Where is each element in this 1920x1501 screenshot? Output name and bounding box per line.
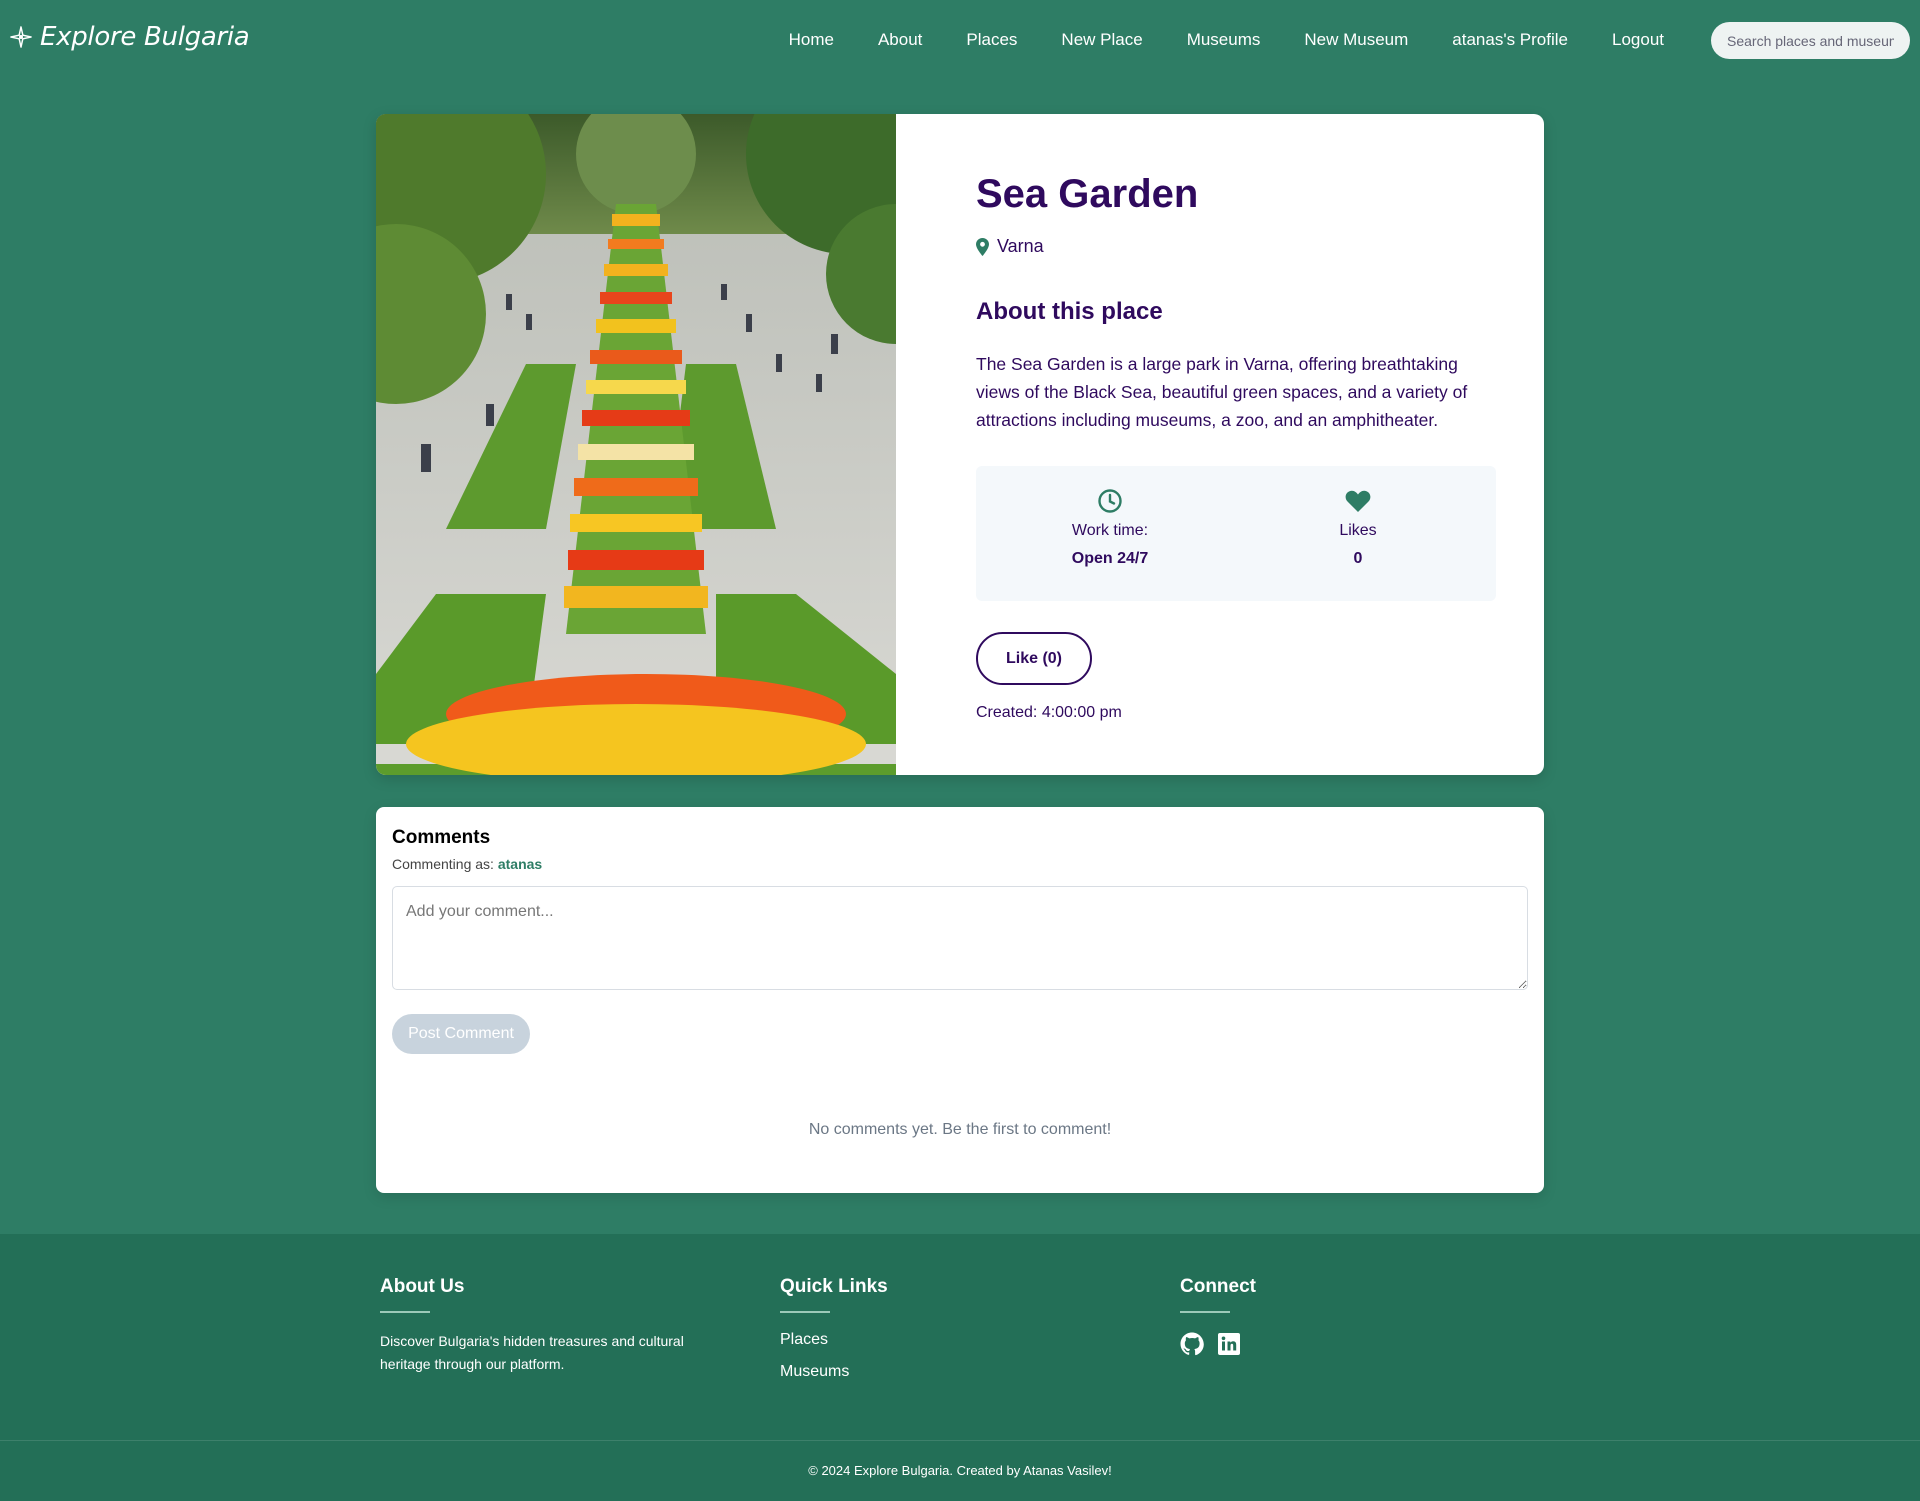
compass-star-icon xyxy=(10,26,32,48)
stats-box: Work time: Open 24/7 Likes 0 xyxy=(976,466,1496,601)
footer-about: About Us Discover Bulgaria's hidden trea… xyxy=(380,1276,710,1376)
nav-profile-link[interactable]: atanas's Profile xyxy=(1452,30,1568,50)
place-card: Sea Garden Varna About this place The Se… xyxy=(376,114,1544,775)
commenting-as: Commenting as: atanas xyxy=(392,856,542,872)
place-title: Sea Garden xyxy=(976,172,1199,216)
commenting-as-label: Commenting as: xyxy=(392,856,494,872)
footer-connect-heading: Connect xyxy=(1180,1276,1256,1297)
copyright-text: © 2024 Explore Bulgaria. Created by Atan… xyxy=(808,1463,1112,1478)
footer-about-heading: About Us xyxy=(380,1276,465,1297)
likes-count: 0 xyxy=(1353,550,1363,567)
place-description: The Sea Garden is a large park in Varna,… xyxy=(976,354,1468,430)
work-time-label: Work time: xyxy=(1071,522,1149,539)
comments-section: Comments Commenting as: atanas Post Comm… xyxy=(376,807,1544,1193)
nav-museums-link[interactable]: Museums xyxy=(1187,30,1261,50)
social-links xyxy=(1180,1332,1510,1356)
footer-museums-link[interactable]: Museums xyxy=(780,1363,849,1380)
no-comments-message: No comments yet. Be the first to comment… xyxy=(808,1121,1112,1138)
like-button[interactable]: Like (0) xyxy=(976,632,1092,685)
nav-home-link[interactable]: Home xyxy=(789,30,834,50)
commenting-username: atanas xyxy=(497,856,543,872)
footer-bottom-divider xyxy=(0,1440,1920,1441)
place-photo xyxy=(376,114,896,775)
footer-places-link[interactable]: Places xyxy=(780,1331,828,1348)
map-pin-icon xyxy=(976,237,989,256)
nav-places-link[interactable]: Places xyxy=(966,30,1017,50)
navbar: Explore Bulgaria Home About Places New P… xyxy=(0,0,1920,80)
footer-quick-links: Quick Links Places Museums xyxy=(780,1276,1110,1395)
comment-input[interactable] xyxy=(392,886,1528,990)
footer-links-heading: Quick Links xyxy=(780,1276,888,1297)
sea-garden-image xyxy=(376,114,896,775)
brand-logo[interactable]: Explore Bulgaria xyxy=(10,22,250,52)
footer-divider-line xyxy=(780,1311,830,1313)
footer-connect: Connect xyxy=(1180,1276,1510,1356)
footer-about-text: Discover Bulgaria's hidden treasures and… xyxy=(380,1333,684,1372)
quick-links-list: Places Museums xyxy=(780,1331,1110,1381)
footer-divider-line xyxy=(1180,1311,1230,1313)
location-text: Varna xyxy=(997,236,1044,256)
work-time-value: Open 24/7 xyxy=(1071,550,1149,567)
work-time-stat: Work time: Open 24/7 xyxy=(1010,488,1210,568)
github-icon[interactable] xyxy=(1180,1332,1204,1356)
about-heading: About this place xyxy=(976,298,1163,325)
nav-logout-link[interactable]: Logout xyxy=(1612,30,1664,50)
footer: About Us Discover Bulgaria's hidden trea… xyxy=(0,1234,1920,1501)
comments-title: Comments xyxy=(392,827,491,848)
search-input[interactable] xyxy=(1711,22,1910,59)
created-time: Created: 4:00:00 pm xyxy=(976,704,1122,721)
place-location: Varna xyxy=(976,236,1044,257)
footer-divider-line xyxy=(380,1311,430,1313)
nav-about-link[interactable]: About xyxy=(878,30,922,50)
likes-label: Likes xyxy=(1339,522,1377,539)
linkedin-icon[interactable] xyxy=(1217,1332,1241,1356)
heart-icon xyxy=(1345,490,1371,512)
brand-name: Explore Bulgaria xyxy=(40,22,250,52)
post-comment-button[interactable]: Post Comment xyxy=(392,1014,530,1054)
clock-icon xyxy=(1098,489,1122,513)
nav-new-place-link[interactable]: New Place xyxy=(1061,30,1142,50)
likes-stat: Likes 0 xyxy=(1258,488,1458,568)
nav-links: Home About Places New Place Museums New … xyxy=(789,0,1664,80)
nav-new-museum-link[interactable]: New Museum xyxy=(1304,30,1408,50)
